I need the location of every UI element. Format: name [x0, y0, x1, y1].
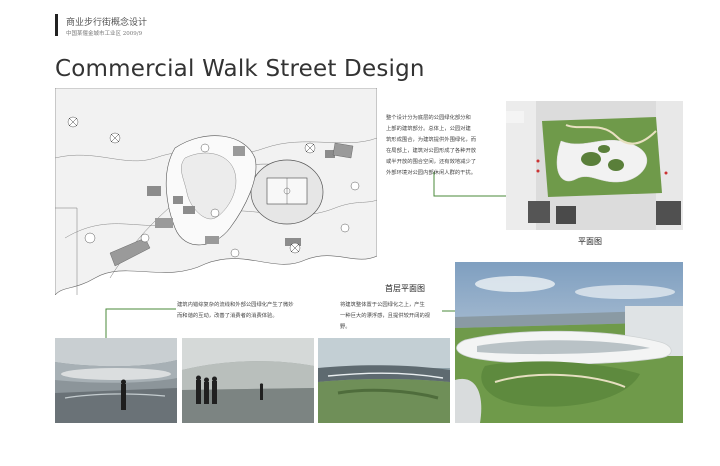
interior-render-2: [182, 338, 314, 423]
header-accent-bar: [55, 14, 58, 36]
overview-line: 整个设计分为底层的公园绿化部分和: [386, 115, 471, 121]
elevated-description: 将建筑整体置于公园绿化之上，产生 一种巨大的漂浮感，且提供较开阔的视 野。: [340, 300, 450, 333]
page-title: Commercial Walk Street Design: [55, 56, 425, 82]
overview-line: 筑形成围合，为建筑提供外围绿化，而: [386, 137, 477, 143]
elevated-line: 将建筑整体置于公园绿化之上，产生: [340, 302, 425, 308]
elevated-line: 一种巨大的漂浮感，且提供较开阔的视: [340, 313, 431, 319]
interior-line: 建筑内错综复杂的流线和外部公园绿化产生了微妙: [177, 302, 294, 308]
interior-render-1: [55, 338, 177, 423]
overview-line: 在局部上，建筑对公园形成了各种开放: [386, 148, 477, 154]
header-title: 商业步行街概念设计: [66, 18, 148, 28]
leader-line: [105, 308, 176, 339]
site-plan-caption: 平面图: [578, 237, 602, 246]
overview-line: 上部的建筑部分。总体上，公园对建: [386, 126, 471, 132]
ground-floor-plan-caption: 首层平面图: [385, 284, 425, 293]
ground-floor-plan-drawing: [55, 88, 377, 295]
interior-line: 而和谐的互动，改善了消费者的消费体验。: [177, 313, 278, 319]
overview-line: 或半开放的围合空间，还有效地减少了: [386, 159, 477, 165]
site-plan-render: [506, 101, 683, 230]
aerial-render: [455, 262, 683, 423]
interior-description: 建筑内错综复杂的流线和外部公园绿化产生了微妙 而和谐的互动，改善了消费者的消费体…: [177, 300, 319, 322]
header-subtitle: 中国某偃金城市工业区 2009/9: [66, 31, 143, 37]
elevated-line: 野。: [340, 324, 351, 330]
exterior-render: [318, 338, 450, 423]
leader-line: [433, 172, 506, 197]
